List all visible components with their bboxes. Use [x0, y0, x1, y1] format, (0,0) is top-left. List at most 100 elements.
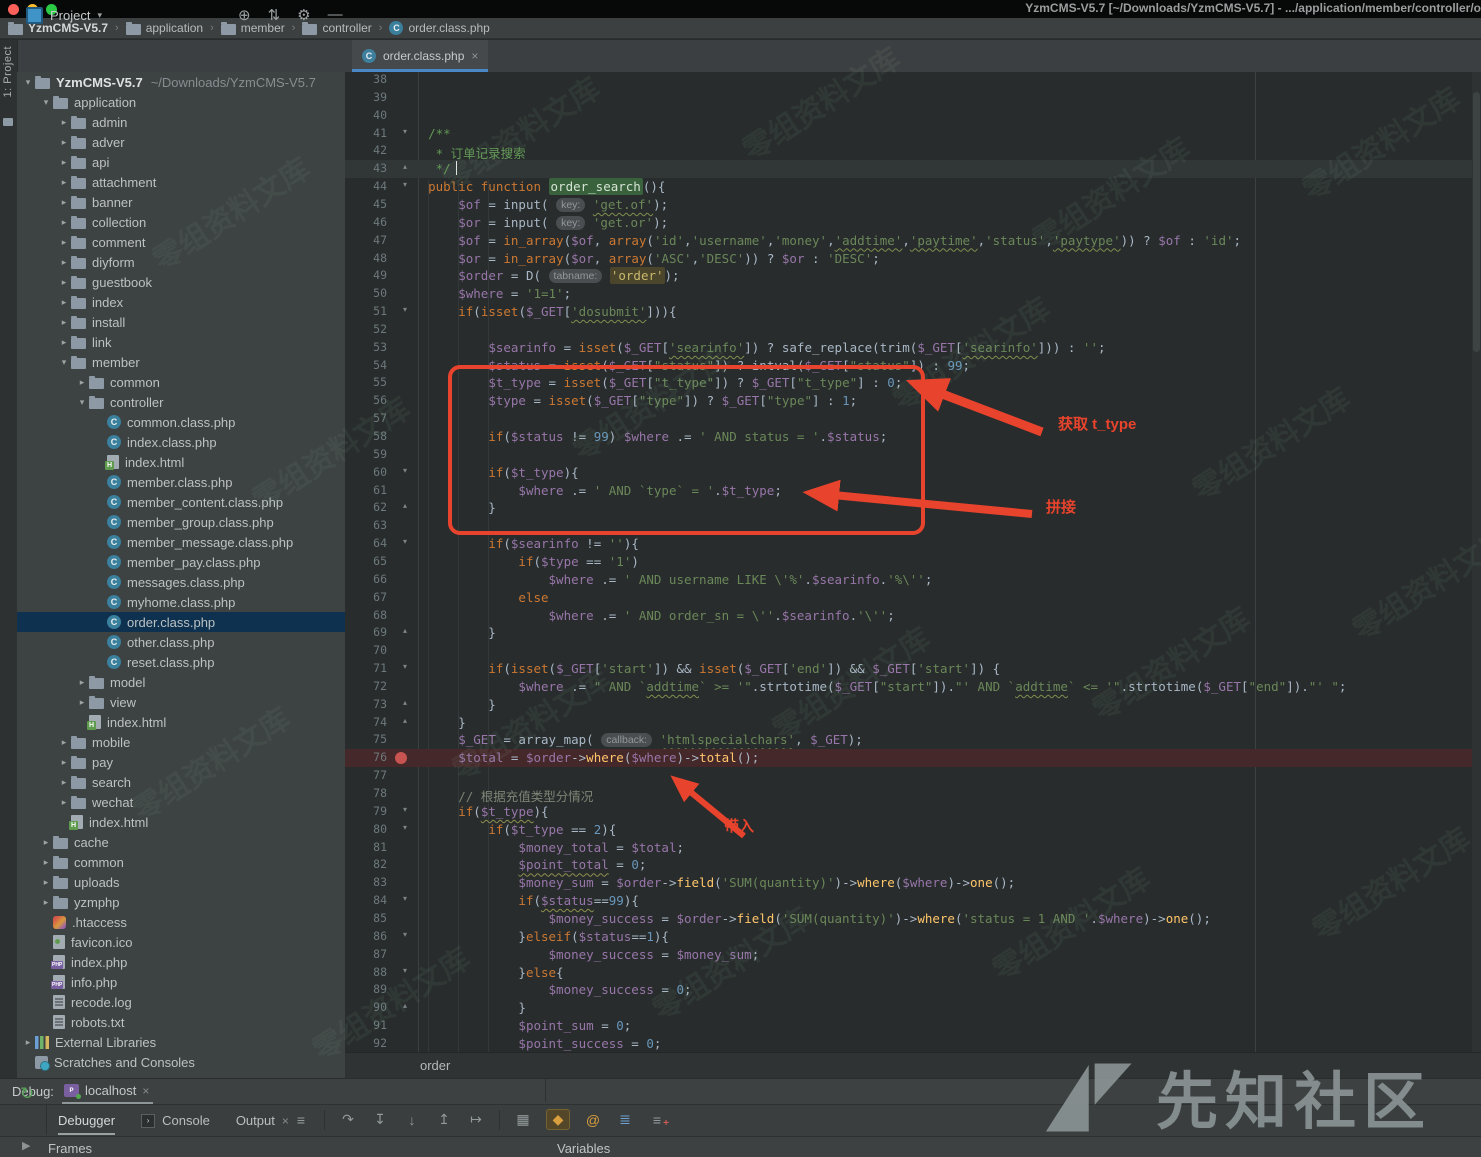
- code-line-50[interactable]: 50 $where = '1=1';: [345, 285, 1481, 303]
- code-line-76[interactable]: 76 $total = $order->where($where)->total…: [345, 749, 1481, 767]
- code-line-73[interactable]: 73▴ }: [345, 696, 1481, 714]
- line-number[interactable]: 41: [345, 126, 387, 140]
- code-line-69[interactable]: 69▴ }: [345, 624, 1481, 642]
- code-line-87[interactable]: 87 $money_success = $money_sum;: [345, 946, 1481, 964]
- mute-breakpoints-icon[interactable]: @: [584, 1112, 602, 1128]
- code-line-81[interactable]: 81 $money_total = $total;: [345, 839, 1481, 857]
- tree-item-member-content-class-php[interactable]: Cmember_content.class.php: [17, 492, 345, 512]
- code-line-66[interactable]: 66 $where .= ' AND username LIKE \'%'.$s…: [345, 571, 1481, 589]
- tree-item-comment[interactable]: ▸comment: [17, 232, 345, 252]
- line-number[interactable]: 53: [345, 340, 387, 354]
- close-session-icon[interactable]: ×: [142, 1084, 149, 1098]
- close-tab-icon[interactable]: ×: [282, 1114, 289, 1128]
- chevron-expanded-icon[interactable]: ▾: [39, 97, 53, 108]
- force-step-into-icon[interactable]: ↓: [403, 1112, 421, 1128]
- code-line-40[interactable]: 40: [345, 107, 1481, 125]
- code-line-54[interactable]: 54 $status = isset($_GET["status"]) ? in…: [345, 357, 1481, 375]
- tree-item-common-class-php[interactable]: Ccommon.class.php: [17, 412, 345, 432]
- code-line-78[interactable]: 78 // 根据充值类型分情况: [345, 785, 1481, 803]
- tree-item-admin[interactable]: ▸admin: [17, 112, 345, 132]
- code-line-42[interactable]: 42 * 订单记录搜索: [345, 142, 1481, 160]
- add-watch-icon[interactable]: ≡+: [648, 1112, 666, 1128]
- code-line-86[interactable]: 86▾ }elseif($status==1){: [345, 928, 1481, 946]
- tree-item-external-libraries[interactable]: ▸External Libraries: [17, 1032, 345, 1052]
- line-number[interactable]: 57: [345, 411, 387, 425]
- project-tool-button[interactable]: 1: Project: [2, 46, 14, 97]
- line-number[interactable]: 88: [345, 965, 387, 979]
- line-number[interactable]: 91: [345, 1018, 387, 1032]
- line-number[interactable]: 49: [345, 268, 387, 282]
- tree-item-member-message-class-php[interactable]: Cmember_message.class.php: [17, 532, 345, 552]
- code-line-72[interactable]: 72 $where .= " AND `addtime` >= '".strto…: [345, 678, 1481, 696]
- code-line-83[interactable]: 83 $money_sum = $order->field('SUM(quant…: [345, 874, 1481, 892]
- tree-item-index[interactable]: ▸index: [17, 292, 345, 312]
- tree-item-collection[interactable]: ▸collection: [17, 212, 345, 232]
- chevron-collapsed-icon[interactable]: ▸: [57, 777, 71, 788]
- code-line-71[interactable]: 71▾ if(isset($_GET['start']) && isset($_…: [345, 660, 1481, 678]
- line-number[interactable]: 56: [345, 393, 387, 407]
- chevron-collapsed-icon[interactable]: ▸: [57, 737, 71, 748]
- line-number[interactable]: 85: [345, 911, 387, 925]
- line-number[interactable]: 39: [345, 90, 387, 104]
- chevron-expanded-icon[interactable]: ▾: [57, 357, 71, 368]
- line-number[interactable]: 90: [345, 1000, 387, 1014]
- breadcrumb-item[interactable]: application: [126, 21, 203, 35]
- tree-item-guestbook[interactable]: ▸guestbook: [17, 272, 345, 292]
- chevron-collapsed-icon[interactable]: ▸: [75, 677, 89, 688]
- tree-item-reset-class-php[interactable]: Creset.class.php: [17, 652, 345, 672]
- line-number[interactable]: 78: [345, 786, 387, 800]
- line-number[interactable]: 77: [345, 768, 387, 782]
- tree-item-diyform[interactable]: ▸diyform: [17, 252, 345, 272]
- tree-item-yzmphp[interactable]: ▸yzmphp: [17, 892, 345, 912]
- tree-item-banner[interactable]: ▸banner: [17, 192, 345, 212]
- chevron-collapsed-icon[interactable]: ▸: [57, 757, 71, 768]
- hide-panel-icon[interactable]: —: [328, 6, 343, 24]
- code-line-57[interactable]: 57: [345, 410, 1481, 428]
- tree-item-messages-class-php[interactable]: Cmessages.class.php: [17, 572, 345, 592]
- tree-item-adver[interactable]: ▸adver: [17, 132, 345, 152]
- tree-item-application[interactable]: ▾application: [17, 92, 345, 112]
- tree-item-controller[interactable]: ▾controller: [17, 392, 345, 412]
- line-number[interactable]: 61: [345, 483, 387, 497]
- line-number[interactable]: 68: [345, 608, 387, 622]
- chevron-expanded-icon[interactable]: ▾: [21, 77, 35, 88]
- code-line-63[interactable]: 63: [345, 517, 1481, 535]
- line-number[interactable]: 42: [345, 143, 387, 157]
- line-number[interactable]: 58: [345, 429, 387, 443]
- step-out-icon[interactable]: ↥: [435, 1111, 453, 1128]
- tab-order-class-php[interactable]: C order.class.php ×: [352, 40, 488, 72]
- code-line-58[interactable]: 58 if($status != 99) $where .= ' AND sta…: [345, 428, 1481, 446]
- line-number[interactable]: 76: [345, 750, 387, 764]
- line-number[interactable]: 66: [345, 572, 387, 586]
- collapse-all-icon[interactable]: ⇅: [268, 6, 281, 24]
- editor-scrollbar[interactable]: [1472, 72, 1481, 1052]
- line-number[interactable]: 62: [345, 500, 387, 514]
- line-number[interactable]: 86: [345, 929, 387, 943]
- code-line-38[interactable]: 38: [345, 72, 1481, 89]
- line-number[interactable]: 74: [345, 715, 387, 729]
- line-number[interactable]: 64: [345, 536, 387, 550]
- tree-item-index-html[interactable]: index.html: [17, 452, 345, 472]
- tree-item-view[interactable]: ▸view: [17, 692, 345, 712]
- code-line-70[interactable]: 70: [345, 642, 1481, 660]
- menu-icon[interactable]: ≡: [292, 1112, 310, 1128]
- line-number[interactable]: 55: [345, 375, 387, 389]
- chevron-collapsed-icon[interactable]: ▸: [39, 857, 53, 868]
- code-line-74[interactable]: 74▴ }: [345, 714, 1481, 732]
- chevron-collapsed-icon[interactable]: ▸: [57, 297, 71, 308]
- chevron-collapsed-icon[interactable]: ▸: [39, 897, 53, 908]
- line-number[interactable]: 38: [345, 72, 387, 86]
- code-line-62[interactable]: 62▴ }: [345, 499, 1481, 517]
- tree-item-wechat[interactable]: ▸wechat: [17, 792, 345, 812]
- tree-item-scratches-and-consoles[interactable]: Scratches and Consoles: [17, 1052, 345, 1072]
- line-number[interactable]: 60: [345, 465, 387, 479]
- code-line-75[interactable]: 75 $_GET = array_map( callback: 'htmlspe…: [345, 731, 1481, 749]
- evaluate-expression-icon[interactable]: ▦: [514, 1111, 532, 1128]
- code-line-80[interactable]: 80▾ if($t_type == 2){: [345, 821, 1481, 839]
- chevron-collapsed-icon[interactable]: ▸: [21, 1037, 35, 1048]
- tree-item-link[interactable]: ▸link: [17, 332, 345, 352]
- line-number[interactable]: 82: [345, 857, 387, 871]
- chevron-collapsed-icon[interactable]: ▸: [39, 877, 53, 888]
- chevron-collapsed-icon[interactable]: ▸: [57, 237, 71, 248]
- tree-item-favicon-ico[interactable]: favicon.ico: [17, 932, 345, 952]
